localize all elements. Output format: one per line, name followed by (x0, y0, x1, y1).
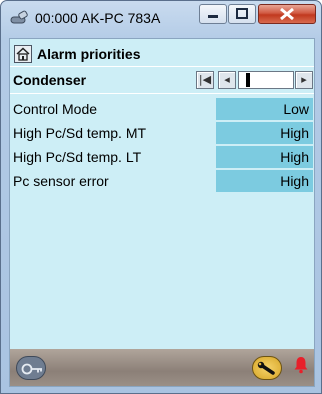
row-label: High Pc/Sd temp. LT (13, 149, 142, 165)
window-title: 00:000 AK-PC 783A (35, 10, 161, 26)
section-header: Condenser |◀ ◂ ▸ (10, 68, 314, 92)
page-scrollbar[interactable] (238, 71, 294, 89)
title-bar[interactable]: 00:000 AK-PC 783A (1, 1, 321, 35)
prev-page-button[interactable]: ◂ (218, 71, 236, 89)
bottom-toolbar (10, 349, 314, 386)
page-header: Alarm priorities (10, 43, 314, 65)
row-value[interactable]: High (216, 170, 313, 192)
wrench-icon (257, 361, 275, 375)
row-value[interactable]: High (216, 146, 313, 168)
row-label: Pc sensor error (13, 173, 109, 189)
key-icon (21, 363, 42, 375)
close-button[interactable] (258, 4, 316, 24)
client-area: Alarm priorities Condenser |◀ ◂ ▸ Contro… (9, 38, 315, 387)
divider (10, 93, 314, 94)
next-page-icon: ▸ (301, 73, 307, 86)
minimize-button[interactable] (199, 4, 227, 24)
list-item[interactable]: High Pc/Sd temp. LT High (10, 145, 314, 169)
service-button[interactable] (252, 356, 282, 380)
alarm-bell-icon[interactable] (293, 356, 309, 374)
row-value[interactable]: Low (216, 98, 313, 120)
next-page-button[interactable]: ▸ (295, 71, 313, 89)
first-page-button[interactable]: |◀ (196, 71, 214, 89)
login-button[interactable] (16, 356, 46, 380)
list-item[interactable]: Pc sensor error High (10, 169, 314, 193)
row-label: Control Mode (13, 101, 98, 117)
maximize-button[interactable] (228, 4, 256, 24)
app-window: 00:000 AK-PC 783A Alarm priorities Conde… (0, 0, 322, 394)
app-icon (10, 9, 30, 27)
row-value[interactable]: High (216, 122, 313, 144)
list-item[interactable]: Control Mode Low (10, 97, 314, 121)
row-label: High Pc/Sd temp. MT (13, 125, 147, 141)
scroll-thumb[interactable] (246, 73, 250, 87)
divider (10, 66, 314, 67)
prev-page-icon: ◂ (224, 73, 230, 86)
page-title: Alarm priorities (37, 46, 141, 62)
list-item[interactable]: High Pc/Sd temp. MT High (10, 121, 314, 145)
first-page-icon: |◀ (198, 73, 212, 86)
home-icon[interactable] (14, 45, 32, 63)
section-title: Condenser (13, 72, 87, 88)
